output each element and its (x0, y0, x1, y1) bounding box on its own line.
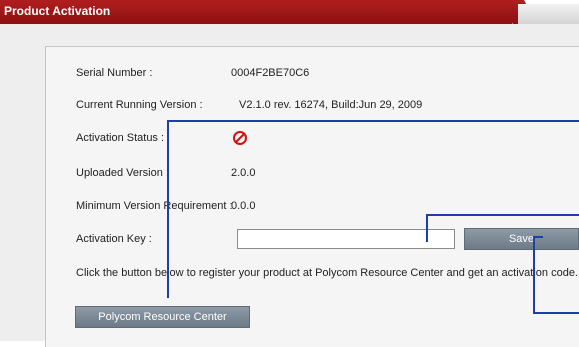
serial-number-value: 0004F2BE70C6 (231, 67, 310, 79)
current-version-value: V2.1.0 rev. 16274, Build:Jun 29, 2009 (239, 99, 423, 111)
annotation-line (167, 120, 579, 122)
current-version-label: Current Running Version : (76, 99, 203, 111)
annotation-line (533, 236, 535, 313)
annotation-line (533, 236, 543, 238)
activation-panel (45, 46, 579, 347)
register-instructions: Click the button below to register your … (76, 267, 578, 279)
title-bar-tab-area (518, 4, 579, 24)
annotation-line (426, 214, 579, 216)
activation-key-label: Activation Key : (76, 233, 152, 245)
title-bar: Product Activation (0, 0, 579, 24)
window-title: Product Activation (4, 4, 111, 18)
no-entry-icon (233, 131, 247, 145)
activation-key-input[interactable] (237, 229, 455, 249)
polycom-resource-center-button[interactable]: Polycom Resource Center (75, 306, 250, 328)
uploaded-version-label: Uploaded Version : (76, 167, 169, 179)
activation-status-label: Activation Status : (76, 132, 165, 144)
annotation-line (533, 312, 579, 314)
annotation-line (167, 120, 169, 298)
min-version-label: Minimum Version Requirement : (76, 200, 233, 212)
annotation-line (426, 214, 428, 242)
uploaded-version-value: 2.0.0 (231, 167, 256, 179)
save-button[interactable]: Save (464, 228, 579, 250)
serial-number-label: Serial Number : (76, 67, 153, 79)
min-version-value: 0.0.0 (231, 200, 256, 212)
